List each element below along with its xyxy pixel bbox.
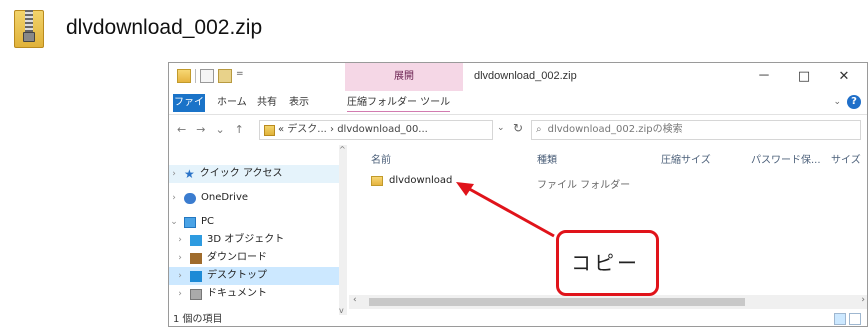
- nav-item-downloads[interactable]: › ダウンロード: [169, 249, 339, 267]
- search-icon: ⌕: [536, 124, 542, 135]
- address-path: « デスク... › dlvdownload_00...: [278, 124, 428, 135]
- back-arrow-icon[interactable]: ←: [177, 123, 186, 136]
- forward-arrow-icon[interactable]: →: [196, 123, 205, 136]
- scroll-left-icon[interactable]: ‹: [353, 295, 357, 305]
- minimize-button[interactable]: －: [749, 67, 779, 87]
- nav-label: クイック アクセス: [199, 168, 283, 179]
- address-field[interactable]: « デスク... › dlvdownload_00...: [259, 120, 493, 140]
- status-bar: 1 個の項目: [169, 311, 867, 326]
- star-icon: ★: [184, 166, 195, 181]
- zip-folder-icon: [264, 124, 275, 136]
- contextual-tab-extract[interactable]: 展開: [345, 63, 463, 91]
- tab-home[interactable]: ホーム: [217, 94, 247, 112]
- ribbon-collapse-icon[interactable]: ⌄: [833, 97, 841, 107]
- nav-item-onedrive[interactable]: › OneDrive: [169, 189, 339, 207]
- window-title: dlvdownload_002.zip: [474, 70, 577, 82]
- callout-text: コピー: [571, 251, 640, 275]
- tab-share[interactable]: 共有: [257, 94, 277, 112]
- nav-item-3d-objects[interactable]: › 3D オブジェクト: [169, 231, 339, 249]
- column-header-size[interactable]: サイズ: [831, 151, 861, 166]
- address-bar-row: ← → ⌄ ↑ « デスク... › dlvdownload_00... ⌄ ↻…: [169, 115, 867, 145]
- customize-toolbar-icon[interactable]: =: [236, 69, 244, 83]
- nav-item-desktop[interactable]: › デスクトップ: [169, 267, 339, 285]
- nav-label: PC: [201, 216, 215, 227]
- cube-icon: [190, 234, 202, 246]
- nav-item-documents[interactable]: › ドキュメント: [169, 285, 339, 303]
- title-bar: = 展開 dlvdownload_002.zip － □ ✕: [169, 63, 867, 91]
- cloud-icon: [184, 192, 196, 204]
- details-view-icon[interactable]: [834, 313, 846, 325]
- quick-access-toolbar: =: [177, 69, 244, 83]
- search-input[interactable]: ⌕ dlvdownload_002.zipの検索: [531, 120, 861, 140]
- download-icon: [190, 252, 202, 264]
- list-item[interactable]: dlvdownload: [371, 175, 452, 186]
- nav-label: ドキュメント: [207, 288, 267, 299]
- toolbar-divider: [195, 69, 196, 83]
- large-icons-view-icon[interactable]: [849, 313, 861, 325]
- desktop-icon: [190, 270, 202, 282]
- help-icon[interactable]: ?: [847, 95, 861, 109]
- refresh-icon[interactable]: ↻: [513, 121, 523, 135]
- nav-label: 3D オブジェクト: [207, 234, 285, 245]
- new-folder-icon[interactable]: [218, 69, 232, 83]
- scrollbar-thumb[interactable]: [369, 298, 745, 306]
- column-header-type[interactable]: 種類: [537, 151, 557, 166]
- scroll-right-icon[interactable]: ›: [861, 295, 865, 305]
- tab-file[interactable]: ファイル: [173, 94, 205, 126]
- zip-file-heading: dlvdownload_002.zip: [10, 6, 262, 50]
- up-arrow-icon[interactable]: ↑: [235, 123, 244, 136]
- item-name: dlvdownload: [389, 175, 453, 186]
- nav-label: デスクトップ: [207, 270, 267, 281]
- close-button[interactable]: ✕: [829, 67, 859, 87]
- column-header-name[interactable]: 名前: [371, 151, 391, 166]
- nav-label: ダウンロード: [207, 252, 267, 263]
- zip-filename: dlvdownload_002.zip: [66, 16, 263, 39]
- zip-file-icon: [10, 8, 48, 48]
- recent-locations-icon[interactable]: ⌄: [215, 123, 224, 136]
- tab-view[interactable]: 表示: [289, 94, 309, 112]
- nav-item-pc[interactable]: ⌄ PC: [169, 213, 339, 231]
- nav-label: OneDrive: [201, 192, 249, 203]
- address-dropdown-icon[interactable]: ⌄: [497, 123, 505, 133]
- search-placeholder: dlvdownload_002.zipの検索: [547, 124, 683, 135]
- computer-icon: [184, 216, 196, 228]
- column-header-password[interactable]: パスワード保...: [751, 151, 821, 166]
- copy-callout: コピー: [556, 230, 659, 296]
- properties-icon[interactable]: [200, 69, 214, 83]
- ribbon-tabs: ファイル ホーム 共有 表示 圧縮フォルダー ツール ⌄ ?: [169, 91, 867, 126]
- folder-icon[interactable]: [177, 69, 191, 83]
- nav-item-quick-access[interactable]: › ★ クイック アクセス: [169, 165, 339, 183]
- document-icon: [190, 288, 202, 300]
- navigation-pane: › ★ クイック アクセス › OneDrive ⌄ PC › 3D オブジェクト…: [169, 145, 347, 315]
- tab-compressed-folder-tools[interactable]: 圧縮フォルダー ツール: [347, 94, 451, 112]
- item-count: 1 個の項目: [173, 314, 223, 325]
- column-header-compressed-size[interactable]: 圧縮サイズ: [661, 151, 711, 166]
- scroll-up-icon[interactable]: ^: [339, 145, 346, 154]
- annotation-arrow: [456, 182, 555, 238]
- folder-icon: [371, 175, 383, 186]
- nav-scrollbar[interactable]: ^ v: [339, 145, 347, 315]
- maximize-button[interactable]: □: [789, 67, 819, 87]
- horizontal-scrollbar[interactable]: ‹ ›: [349, 295, 867, 309]
